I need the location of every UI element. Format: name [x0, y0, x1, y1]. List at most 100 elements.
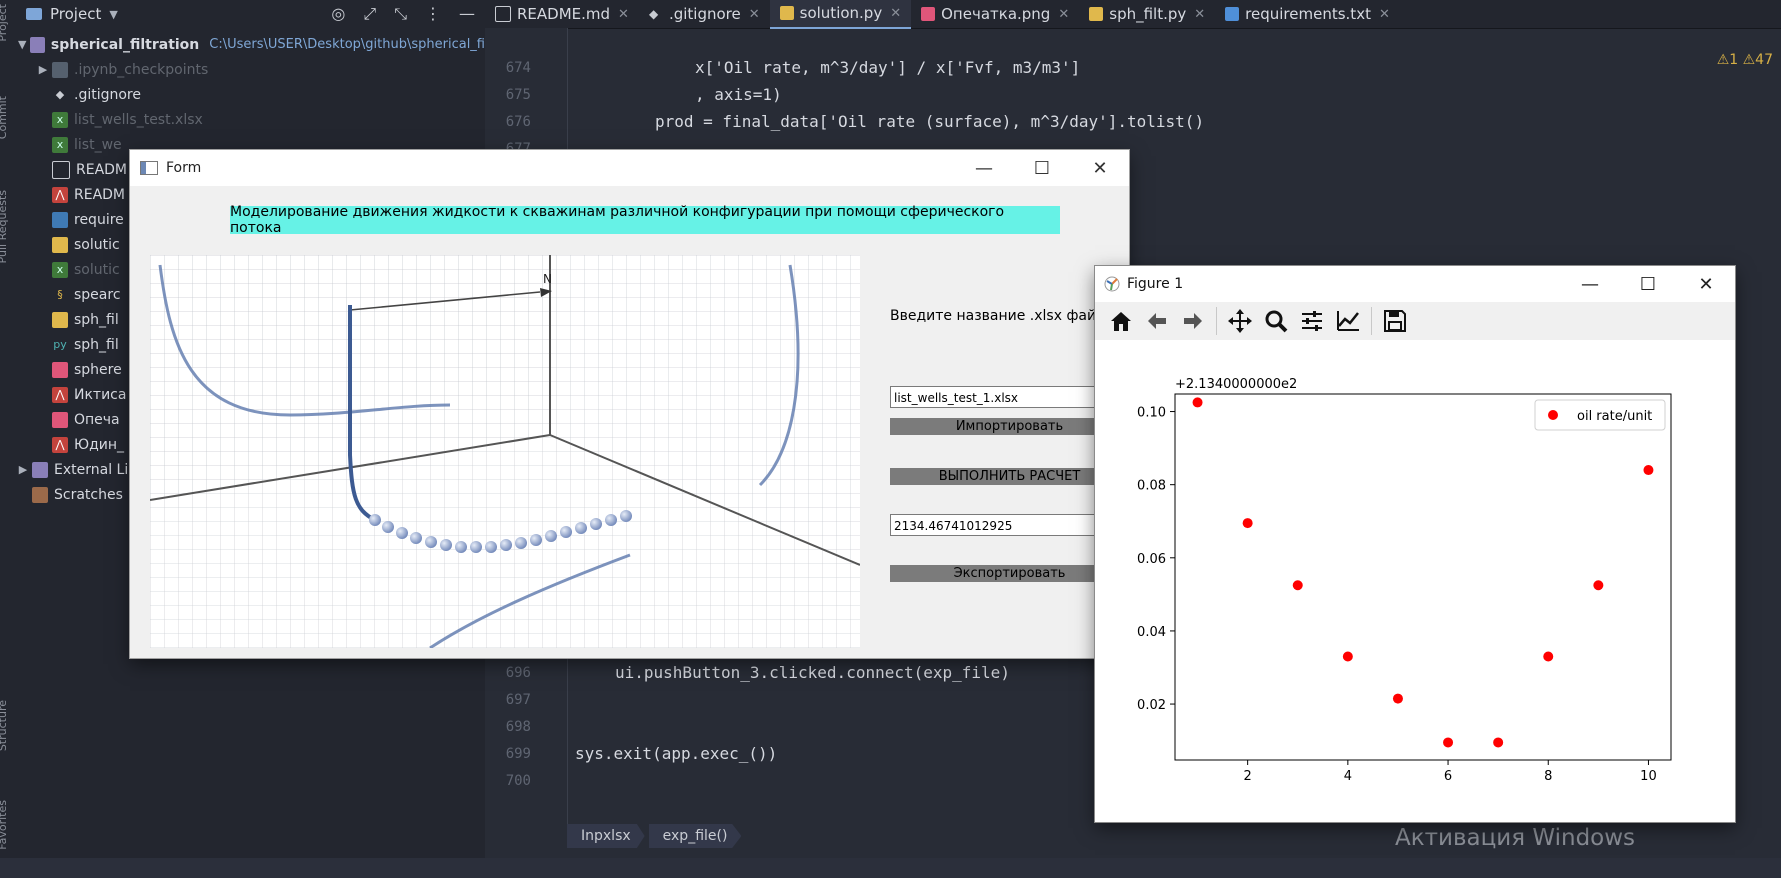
- tree-item-label: sph_fil: [74, 336, 119, 353]
- close-icon[interactable]: ✕: [1194, 7, 1205, 22]
- side-tab-structure[interactable]: Structure: [0, 700, 9, 751]
- forward-icon[interactable]: [1177, 305, 1209, 337]
- line-number: 696: [505, 665, 531, 681]
- pdf-icon: ⋀: [52, 386, 68, 403]
- tree-item-label: spearc: [74, 286, 121, 303]
- tree-item-label: sph_fil: [74, 311, 119, 328]
- options-icon[interactable]: ⋮: [425, 4, 441, 24]
- tab-requirements-txt[interactable]: requirements.txt ✕: [1215, 0, 1400, 28]
- tree-item-label: Иктиса: [74, 386, 127, 403]
- tree-item-label: solutic: [74, 236, 120, 253]
- configure-icon[interactable]: [1296, 305, 1328, 337]
- minimize-button[interactable]: —: [955, 158, 1013, 179]
- tree-item[interactable]: ◆ .gitignore: [10, 82, 485, 107]
- hide-panel-icon[interactable]: —: [459, 4, 475, 24]
- code-line-675[interactable]: , axis=1): [695, 85, 782, 104]
- data-point: [1342, 651, 1353, 662]
- tree-item-label: Юдин_: [74, 436, 125, 453]
- x-tick-label: 2: [1244, 769, 1252, 784]
- tab-gitignore[interactable]: ◆ .gitignore ✕: [639, 0, 770, 28]
- scratches-icon: [32, 486, 48, 503]
- result-field[interactable]: 2134.46741012925: [890, 514, 1129, 536]
- y-tick-label: 0.10: [1137, 406, 1166, 421]
- home-icon[interactable]: [1105, 305, 1137, 337]
- run-calculation-button[interactable]: ВЫПОЛНИТЬ РАСЧЕТ: [890, 468, 1129, 485]
- plot-canvas[interactable]: 2 4 6 8 10 0.02 0.04 0.06 0.08 0.10 +2.1340000000e…: [1095, 340, 1735, 822]
- tree-item[interactable]: x list_wells_test.xlsx: [10, 107, 485, 132]
- data-point: [1643, 465, 1654, 476]
- legend-label: oil rate/unit: [1577, 409, 1652, 424]
- x-tick-label: 8: [1544, 769, 1552, 784]
- code-line-699[interactable]: sys.exit(app.exec_()): [575, 744, 777, 763]
- target-icon[interactable]: ◎: [331, 4, 345, 24]
- side-tab-project[interactable]: Project: [0, 4, 9, 42]
- chevron-right-icon[interactable]: ▶: [14, 463, 32, 476]
- side-tab-pull-requests[interactable]: Pull Requests: [0, 190, 9, 263]
- python-icon: [1089, 7, 1104, 21]
- line-number: 698: [505, 719, 531, 735]
- tab-opechatka-png[interactable]: Опечатка.png ✕: [911, 0, 1079, 28]
- well-3d-drawing: N: [149, 255, 861, 650]
- well-3d-illustration: N: [149, 255, 861, 650]
- chevron-down-icon[interactable]: ▼: [109, 8, 117, 21]
- close-button[interactable]: ✕: [1677, 274, 1735, 295]
- line-number: 700: [505, 773, 531, 789]
- breadcrumb-item[interactable]: Inpxlsx: [567, 824, 645, 848]
- import-button[interactable]: Импортировать: [890, 418, 1129, 435]
- image-icon: [52, 361, 68, 378]
- save-icon[interactable]: [1379, 305, 1411, 337]
- tree-item-label: READM: [76, 161, 128, 178]
- edit-curves-icon[interactable]: [1332, 305, 1364, 337]
- export-button[interactable]: Экспортировать: [890, 565, 1129, 582]
- tree-item-label: Scratches: [54, 486, 123, 503]
- project-panel-title[interactable]: Project: [50, 5, 101, 23]
- maximize-button[interactable]: ☐: [1013, 158, 1071, 179]
- side-tab-commit[interactable]: Commit: [0, 96, 9, 139]
- collapse-all-icon[interactable]: ⤡: [394, 4, 407, 24]
- breadcrumb: Inpxlsx exp_file(): [567, 822, 745, 850]
- python-icon: [52, 236, 68, 253]
- close-icon[interactable]: ✕: [749, 7, 760, 22]
- code-line-696[interactable]: ui.pushButton_3.clicked.connect(exp_file…: [615, 663, 1010, 682]
- x-tick-label: 4: [1344, 769, 1352, 784]
- back-icon[interactable]: [1141, 305, 1173, 337]
- code-line-676[interactable]: prod = final_data['Oil rate (surface), m…: [655, 112, 1204, 131]
- y-tick-label: 0.06: [1137, 552, 1166, 567]
- tree-item-label: .ipynb_checkpoints: [74, 61, 209, 78]
- project-folder-icon: [26, 8, 42, 20]
- breadcrumb-item[interactable]: exp_file(): [648, 824, 742, 848]
- form-titlebar: Form — ☐ ✕: [130, 150, 1129, 186]
- code-line-674[interactable]: x['Oil rate, m^3/day'] / x['Fvf, m3/m3']: [695, 58, 1080, 77]
- side-tab-favorites[interactable]: Favorites: [0, 800, 9, 850]
- panel-header-actions: ◎ ⤢ ⤡ ⋮ —: [331, 4, 475, 24]
- y-tick-label: 0.02: [1137, 698, 1166, 713]
- line-number: 674: [505, 60, 531, 76]
- close-icon[interactable]: ✕: [1058, 7, 1069, 22]
- image-icon: [921, 7, 936, 21]
- maximize-button[interactable]: ☐: [1619, 274, 1677, 295]
- chevron-right-icon[interactable]: ▶: [34, 63, 52, 76]
- expand-all-icon[interactable]: ⤢: [363, 4, 376, 24]
- plot-axes-frame: [1174, 393, 1672, 761]
- data-point: [1593, 580, 1604, 591]
- line-number: 699: [505, 746, 531, 762]
- tree-root[interactable]: ▼ spherical_filtration C:\Users\USER\Des…: [10, 32, 485, 57]
- minimize-button[interactable]: —: [1561, 274, 1619, 295]
- close-icon[interactable]: ✕: [1379, 7, 1390, 22]
- file-name-input[interactable]: list_wells_test_1.xlsx: [890, 386, 1129, 408]
- tab-label: solution.py: [799, 4, 883, 22]
- chevron-down-icon[interactable]: ▼: [14, 38, 30, 51]
- python-icon: [52, 211, 68, 228]
- zoom-icon[interactable]: [1260, 305, 1292, 337]
- pan-icon[interactable]: [1224, 305, 1256, 337]
- tree-item[interactable]: ▶ .ipynb_checkpoints: [10, 57, 485, 82]
- close-icon[interactable]: ✕: [618, 7, 629, 22]
- inspection-warnings[interactable]: ⚠1 ⚠47: [1717, 52, 1773, 68]
- tab-sph-filt-py[interactable]: sph_filt.py ✕: [1079, 0, 1215, 28]
- close-button[interactable]: ✕: [1071, 158, 1129, 179]
- toolbar-separator: [1371, 307, 1372, 335]
- tab-readme[interactable]: README.md ✕: [485, 0, 639, 28]
- close-icon[interactable]: ✕: [890, 6, 901, 21]
- tab-solution-py[interactable]: solution.py ✕: [769, 0, 912, 29]
- data-point: [1242, 518, 1253, 529]
